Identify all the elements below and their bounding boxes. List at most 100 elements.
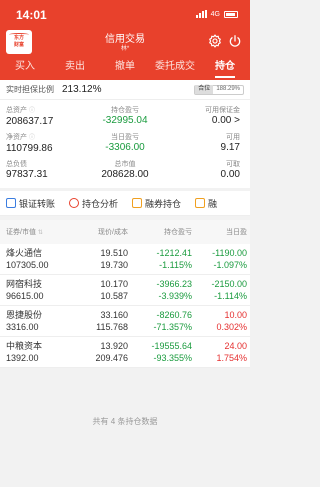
- quick-action-label: 持仓分析: [82, 198, 119, 209]
- guarantee-ratio-row: 实时担保比例 213.12% 合位 188.29%: [0, 80, 250, 100]
- stock-name: 中粮资本: [6, 341, 43, 351]
- metric-net-assets[interactable]: 净资产 ⓘ 110799.86: [0, 131, 83, 158]
- quick-action-label: 融券持仓: [145, 198, 182, 209]
- table-row[interactable]: 中粮资本 1392.00 13.920 209.476 -19555.64 -93.3…: [0, 337, 250, 368]
- tab-cancel-order[interactable]: 撤单: [100, 58, 150, 80]
- current-price: 33.160: [100, 310, 128, 320]
- metric-value: -3306.00: [105, 142, 145, 153]
- network-label: 4G: [210, 10, 220, 18]
- position-pl-pct: -93.355%: [153, 353, 192, 363]
- stock-name: 烽火通信: [6, 248, 43, 258]
- daily-pl-pct: 0.302%: [216, 322, 247, 332]
- metric-value: 9.17: [220, 142, 240, 153]
- daily-pl-pct: -1.097%: [213, 260, 247, 270]
- market-value: 3316.00: [6, 322, 39, 332]
- short-position-button[interactable]: 融券持仓: [132, 197, 181, 210]
- daily-pl: -2150.00: [211, 279, 247, 289]
- trade-tabs: 买入 卖出 撤单 委托成交 持仓: [0, 58, 250, 80]
- metric-value: 0.00 >: [211, 115, 240, 126]
- analysis-icon: [69, 198, 80, 208]
- current-price: 13.920: [100, 341, 128, 351]
- metric-label: 总市值: [114, 161, 136, 168]
- current-price: 10.170: [100, 279, 128, 289]
- metric-value: -32995.04: [102, 115, 148, 126]
- metric-available: 可用 9.17: [167, 131, 250, 158]
- metric-total-liabilities: 总负债 97837.31: [0, 158, 83, 184]
- cost-price: 10.587: [100, 291, 128, 301]
- metric-available-margin[interactable]: 可用保证金 0.00 >: [167, 104, 250, 131]
- cost-price: 209.476: [95, 353, 128, 363]
- market-value: 1392.00: [6, 353, 39, 363]
- current-price: 19.510: [100, 248, 128, 258]
- transfer-icon: [6, 198, 16, 208]
- sort-icon: ⇅: [37, 230, 43, 236]
- position-pl: -8260.76: [156, 310, 192, 320]
- metric-value: 208637.17: [6, 116, 54, 127]
- ratio-value: 213.12%: [62, 84, 102, 95]
- top-bar: 14:01 4G 东方 财富 信用交易 林* 买入 卖出 撤单 委托成交 持仓: [0, 0, 250, 80]
- more-icon: [195, 198, 206, 208]
- ratio-label: 实时担保比例: [6, 85, 54, 94]
- ratio-badge-label: 合位: [195, 85, 214, 94]
- metric-label: 总资产: [6, 107, 27, 114]
- power-icon[interactable]: [228, 34, 242, 48]
- position-pl-pct: -71.357%: [153, 322, 192, 332]
- position-pl-pct: -3.939%: [158, 291, 192, 301]
- market-value: 107305.00: [6, 260, 49, 270]
- info-icon: ⓘ: [28, 108, 35, 114]
- tab-buy[interactable]: 买入: [0, 58, 50, 80]
- positions-count-note: 共有 4 条持仓数据: [92, 417, 158, 426]
- header-price: 现价/成本: [98, 229, 128, 236]
- daily-pl: 10.00: [224, 310, 247, 320]
- more-action-button[interactable]: 融: [195, 197, 217, 210]
- daily-pl-pct: -1.114%: [214, 291, 247, 301]
- position-pl-pct: -1.115%: [159, 260, 192, 270]
- status-time: 14:01: [16, 8, 47, 22]
- position-analysis-button[interactable]: 持仓分析: [69, 197, 118, 210]
- metric-label: 可取: [226, 161, 240, 168]
- metric-value: 208628.00: [101, 169, 149, 180]
- position-pl: -19555.64: [151, 341, 192, 351]
- metric-value: 0.00: [220, 169, 240, 180]
- metric-daily-pl: 当日盈亏 -3306.00: [83, 131, 166, 158]
- info-icon: ⓘ: [28, 135, 35, 141]
- metric-value: 110799.86: [6, 143, 53, 154]
- quick-actions: 银证转账 持仓分析 融券持仓 融: [0, 191, 250, 216]
- battery-icon: [224, 10, 238, 18]
- metric-total-assets[interactable]: 总资产 ⓘ 208637.17: [0, 104, 83, 131]
- tab-orders-fills[interactable]: 委托成交: [150, 58, 200, 80]
- daily-pl-pct: 1.754%: [216, 353, 247, 363]
- positions-table-header: 证券/市值 ⇅ 现价/成本 持仓盈亏 当日盈: [0, 220, 250, 244]
- daily-pl: -1190.00: [212, 248, 247, 258]
- stock-name: 网宿科技: [6, 279, 43, 289]
- market-value: 96615.00: [6, 291, 44, 301]
- stock-name: 恩捷股份: [6, 310, 43, 320]
- table-row[interactable]: 恩捷股份 3316.00 33.160 115.768 -8260.76 -71.35…: [0, 306, 250, 337]
- metric-total-market-value: 总市值 208628.00: [83, 158, 166, 184]
- tab-positions[interactable]: 持仓: [200, 58, 250, 80]
- ratio-badge-value: 188.29%: [216, 86, 240, 92]
- metric-label: 当日盈亏: [110, 134, 139, 141]
- header-label: 证券/市值: [6, 229, 36, 236]
- signal-icon: [195, 10, 207, 18]
- account-summary: 实时担保比例 213.12% 合位 188.29% 总资产 ⓘ 208637.1…: [0, 80, 250, 188]
- header-security[interactable]: 证券/市值 ⇅: [0, 227, 76, 237]
- metric-value: 97837.31: [6, 169, 48, 180]
- tab-sell[interactable]: 卖出: [50, 58, 100, 80]
- metric-label: 可用保证金: [205, 107, 240, 114]
- status-indicators: 4G: [195, 10, 238, 18]
- cost-price: 19.730: [100, 260, 128, 270]
- metric-label: 可用: [226, 134, 240, 141]
- gear-icon[interactable]: [208, 34, 222, 48]
- cost-price: 115.768: [96, 322, 128, 332]
- metric-label: 净资产: [6, 134, 27, 141]
- position-pl: -1212.41: [156, 248, 192, 258]
- table-row[interactable]: 网宿科技 96615.00 10.170 10.587 -3966.23 -3.939…: [0, 275, 250, 306]
- bag-icon: [132, 198, 143, 208]
- table-row[interactable]: 烽火通信 107305.00 19.510 19.730 -1212.41 -1.11…: [0, 244, 250, 275]
- app-header: 东方 财富 信用交易 林*: [0, 30, 250, 58]
- metric-position-pl: 持仓盈亏 -32995.04: [83, 104, 166, 131]
- metric-label: 总负债: [6, 161, 27, 168]
- bank-transfer-button[interactable]: 银证转账: [6, 197, 55, 210]
- metrics-grid: 总资产 ⓘ 208637.17 持仓盈亏 -32995.04 可用保证金 0.0…: [0, 100, 250, 184]
